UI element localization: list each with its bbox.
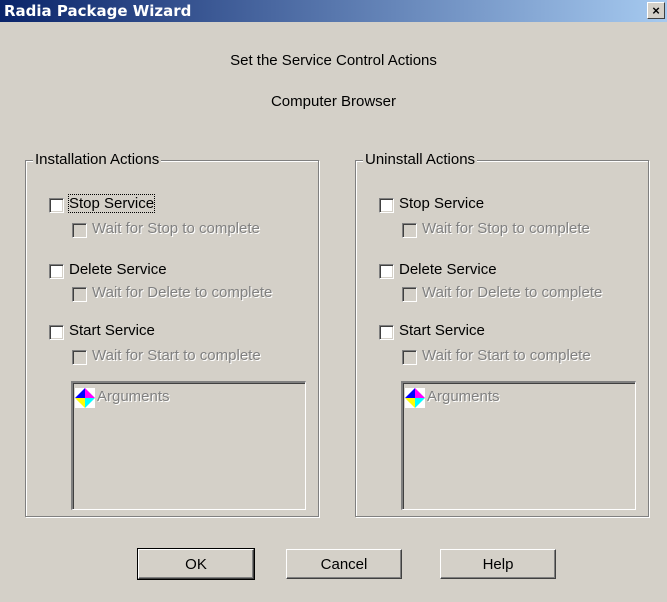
cancel-button-label: Cancel [320, 556, 368, 573]
checkbox-box[interactable] [402, 350, 417, 365]
close-icon: × [652, 3, 660, 18]
checkbox-box[interactable] [72, 350, 87, 365]
installation-actions-group: Installation Actions Stop Service Wait f… [25, 151, 319, 517]
ok-button-label: OK [185, 556, 207, 573]
checkbox-box[interactable] [49, 198, 64, 213]
checkbox-box[interactable] [402, 223, 417, 238]
uninstall-stop-wait-label: Wait for Stop to complete [422, 220, 590, 237]
uninstall-arguments-label: Arguments [427, 388, 500, 405]
checkbox-box[interactable] [379, 325, 394, 340]
uninstall-arguments-field[interactable]: Arguments [401, 381, 636, 510]
install-stop-wait-label: Wait for Stop to complete [92, 220, 260, 237]
checkbox-box[interactable] [72, 223, 87, 238]
install-arguments-field[interactable]: Arguments [71, 381, 306, 510]
checkbox-box[interactable] [379, 264, 394, 279]
install-stop-service-label: Stop Service [67, 194, 156, 213]
uninstall-start-service-label: Start Service [399, 322, 485, 339]
checkbox-box[interactable] [379, 198, 394, 213]
checkbox-box[interactable] [72, 287, 87, 302]
arguments-icon [75, 388, 95, 408]
title-bar: Radia Package Wizard × [0, 0, 667, 22]
uninstall-delete-service-label: Delete Service [399, 261, 497, 278]
uninstall-actions-group: Uninstall Actions Stop Service Wait for … [355, 151, 649, 517]
uninstall-stop-service-label: Stop Service [399, 195, 485, 212]
help-button[interactable]: Help [440, 549, 556, 579]
install-start-service-label: Start Service [69, 322, 155, 339]
window-title: Radia Package Wizard [4, 2, 192, 20]
ok-button[interactable]: OK [137, 548, 255, 580]
checkbox-box[interactable] [49, 264, 64, 279]
install-start-wait-label: Wait for Start to complete [92, 347, 261, 364]
install-arguments-label: Arguments [97, 388, 170, 405]
uninstall-start-wait-label: Wait for Start to complete [422, 347, 591, 364]
help-button-label: Help [482, 556, 514, 573]
arguments-icon [405, 388, 425, 408]
install-delete-wait-label: Wait for Delete to complete [92, 284, 273, 301]
checkbox-box[interactable] [49, 325, 64, 340]
close-button[interactable]: × [647, 2, 665, 19]
uninstall-delete-wait-label: Wait for Delete to complete [422, 284, 603, 301]
installation-actions-legend: Installation Actions [33, 151, 162, 168]
service-name: Computer Browser [270, 93, 397, 110]
install-delete-service-label: Delete Service [69, 261, 167, 278]
uninstall-actions-legend: Uninstall Actions [363, 151, 478, 168]
cancel-button[interactable]: Cancel [286, 549, 402, 579]
page-heading: Set the Service Control Actions [230, 52, 437, 69]
checkbox-box[interactable] [402, 287, 417, 302]
